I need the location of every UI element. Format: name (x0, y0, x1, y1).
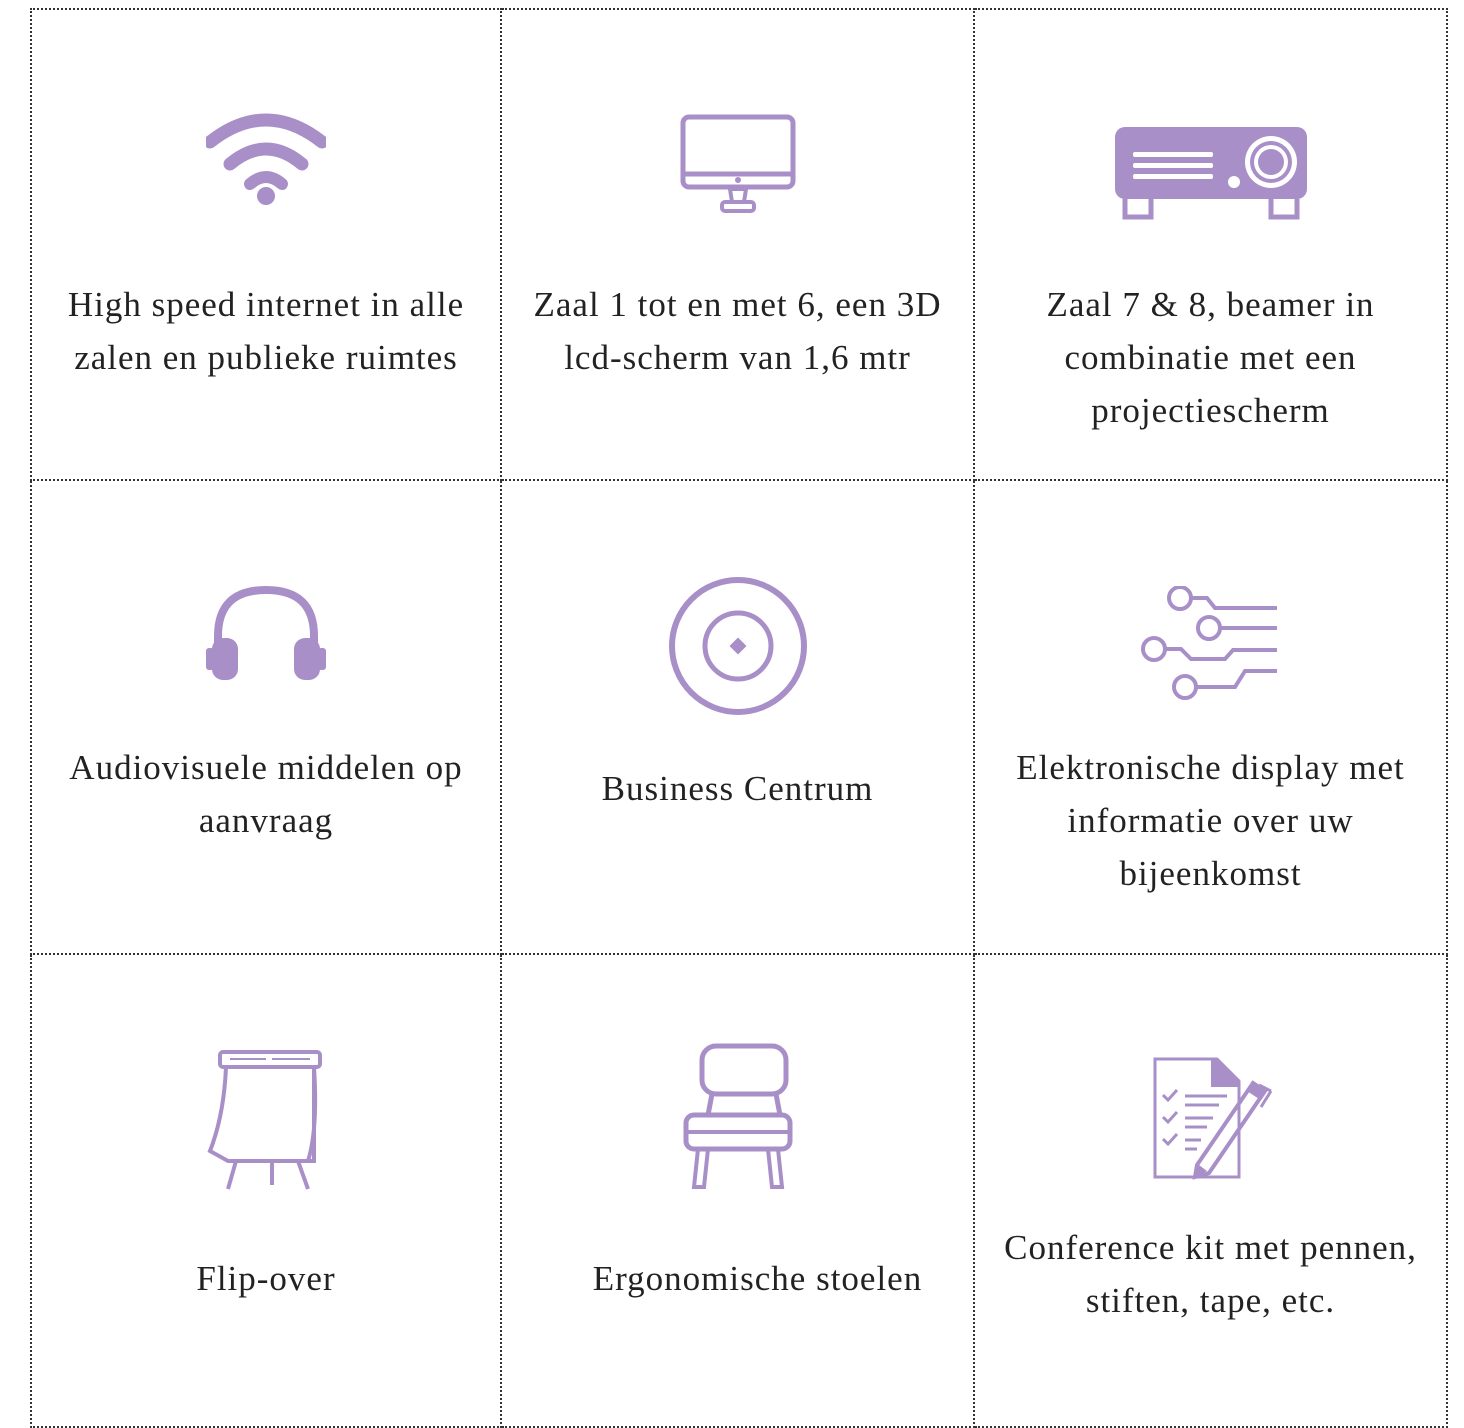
facilities-grid: High speed internet in alle zalen en pub… (30, 8, 1448, 1428)
facility-label: Elektronische display met informatie ove… (1016, 748, 1405, 893)
facility-cell-monitor: Zaal 1 tot en met 6, een 3D lcd-scherm v… (502, 8, 975, 481)
chair-icon (683, 1043, 792, 1189)
document-pen-icon (1153, 1057, 1272, 1180)
monitor-icon (680, 114, 795, 213)
facility-cell-chairs: Ergonomische stoelen (502, 955, 975, 1428)
facility-label: Ergonomische stoelen (592, 1259, 923, 1298)
facility-cell-display: Elektronische display met informatie ove… (975, 481, 1448, 955)
facility-cell-business-centrum: Business Centrum (502, 481, 975, 955)
facility-label: Flip-over (196, 1259, 336, 1298)
facility-label: Zaal 1 tot en met 6, een 3D lcd-scherm v… (533, 285, 942, 377)
facility-label: Business Centrum (601, 769, 874, 808)
circuit-icon (1140, 586, 1277, 700)
facility-label: Conference kit met pennen, stiften, tape… (1004, 1228, 1417, 1320)
facility-cell-conference-kit: Conference kit met pennen, stiften, tape… (975, 955, 1448, 1428)
headphones-icon (206, 586, 326, 680)
facility-cell-wifi: High speed internet in alle zalen en pub… (30, 8, 502, 481)
facility-label: High speed internet in alle zalen en pub… (67, 285, 465, 377)
target-icon (668, 577, 807, 715)
projector-icon (1114, 127, 1307, 220)
facility-cell-headphones: Audiovisuele middelen op aanvraag (30, 481, 502, 955)
facility-label: Audiovisuele middelen op aanvraag (69, 748, 463, 840)
wifi-icon (206, 113, 326, 205)
facility-cell-projector: Zaal 7 & 8, beamer in combinatie met een… (975, 8, 1448, 481)
flipchart-icon (207, 1050, 322, 1190)
facility-label: Zaal 7 & 8, beamer in combinatie met een… (1046, 285, 1375, 430)
facility-cell-flipover: Flip-over (30, 955, 502, 1428)
